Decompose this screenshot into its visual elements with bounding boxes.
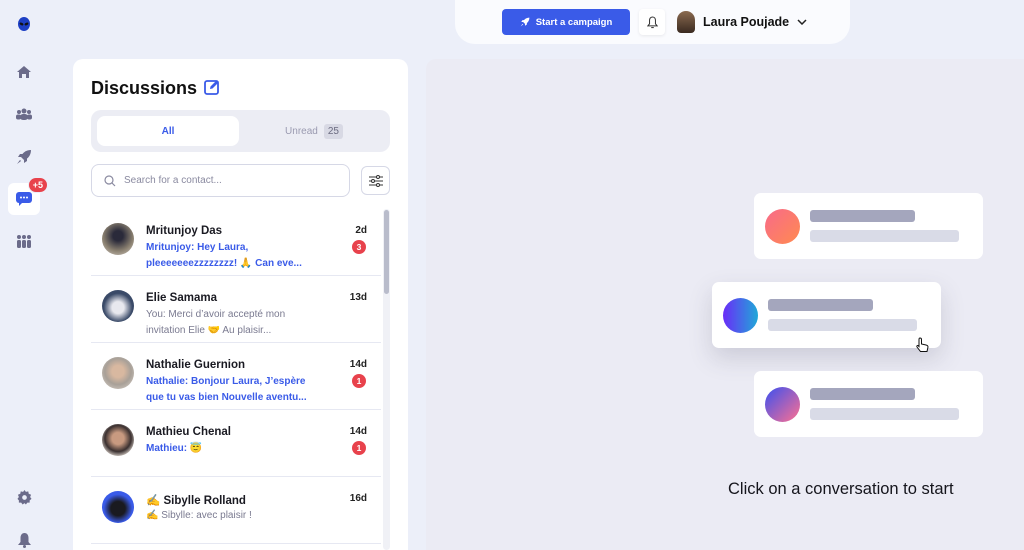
contact-name: ✍️ Sibylle Rolland <box>146 495 246 507</box>
conversation-item[interactable]: Nathalie Guernion Nathalie: Bonjour Laur… <box>91 343 381 410</box>
conversation-area: Click on a conversation to start <box>426 59 1024 550</box>
unread-badge: 1 <box>352 441 366 455</box>
search-box <box>91 164 350 197</box>
message-time: 14d <box>349 426 367 437</box>
conversation-item[interactable]: ✍️ Sibylle Rolland ✍️ Sibylle: avec plai… <box>91 477 381 544</box>
scrollbar-thumb[interactable] <box>384 210 389 294</box>
contact-name: Mathieu Chenal <box>146 426 231 438</box>
sidebar-item-messages[interactable]: +5 <box>8 177 48 215</box>
message-preview: You: Merci d’avoir accepté mon invitatio… <box>146 309 286 336</box>
gear-icon[interactable] <box>8 481 40 513</box>
user-name: Laura Poujade <box>703 15 790 29</box>
avatar <box>102 424 134 456</box>
sliders-icon <box>368 174 383 187</box>
edit-icon[interactable] <box>204 79 220 95</box>
search-input[interactable] <box>124 175 324 186</box>
bell-icon <box>646 15 658 28</box>
placeholder-card <box>754 371 983 437</box>
chat-icon <box>16 192 32 206</box>
placeholder-avatar <box>765 209 800 244</box>
avatar <box>102 491 134 523</box>
search-icon <box>104 174 116 186</box>
unread-count-badge: 25 <box>323 123 343 139</box>
conversation-item[interactable]: Mritunjoy Das Mritunjoy: Hey Laura, plee… <box>91 209 381 276</box>
panel-title: Discussions <box>91 78 198 98</box>
user-menu[interactable]: Laura Poujade <box>677 9 807 35</box>
empty-state-text: Click on a conversation to start <box>728 480 954 498</box>
tab-unread-label: Unread <box>285 125 318 137</box>
placeholder-avatar <box>765 387 800 422</box>
placeholder-card <box>712 282 941 348</box>
unread-badge: 1 <box>352 374 366 388</box>
placeholder-line <box>768 319 917 331</box>
message-preview: Nathalie: Bonjour Laura, J’espère que tu… <box>146 376 307 403</box>
start-campaign-button[interactable]: Start a campaign <box>502 9 630 35</box>
avatar <box>102 223 134 255</box>
tab-all[interactable]: All <box>97 116 239 146</box>
filter-button[interactable] <box>361 166 390 195</box>
users-icon[interactable] <box>8 98 40 130</box>
discussions-panel: Discussions All Unread 25 Mritunjoy Das … <box>73 59 408 550</box>
placeholder-line <box>768 299 873 311</box>
scrollbar[interactable] <box>383 209 390 550</box>
placeholder-line <box>810 388 915 400</box>
placeholder-avatar <box>723 298 758 333</box>
chevron-down-icon <box>797 19 807 25</box>
start-campaign-label: Start a campaign <box>535 16 613 28</box>
sidebar: +5 <box>0 0 48 550</box>
team-icon[interactable] <box>8 225 40 257</box>
tab-unread[interactable]: Unread 25 <box>243 116 385 146</box>
contact-name: Mritunjoy Das <box>146 225 223 237</box>
placeholder-line <box>810 408 959 420</box>
user-avatar <box>677 11 695 33</box>
unread-badge: 3 <box>352 240 366 254</box>
filter-tabs: All Unread 25 <box>91 110 390 152</box>
rocket-icon <box>520 17 530 27</box>
hand-cursor-icon <box>916 337 929 352</box>
rocket-icon[interactable] <box>8 141 40 173</box>
message-time: 16d <box>349 493 367 504</box>
notifications-button[interactable] <box>639 9 665 35</box>
avatar <box>102 357 134 389</box>
placeholder-card <box>754 193 983 259</box>
placeholder-line <box>810 230 959 242</box>
message-preview: Mritunjoy: Hey Laura, pleeeeeeezzzzzzzz!… <box>146 242 302 269</box>
message-preview: ✍️ Sibylle: avec plaisir ! <box>146 510 252 521</box>
message-time: 13d <box>349 292 367 303</box>
bell-icon[interactable] <box>8 524 40 550</box>
conversation-list: Mritunjoy Das Mritunjoy: Hey Laura, plee… <box>91 209 381 544</box>
message-time: 14d <box>349 359 367 370</box>
tab-all-label: All <box>161 125 175 137</box>
conversation-item[interactable]: Elie Samama You: Merci d’avoir accepté m… <box>91 276 381 343</box>
placeholder-line <box>810 210 915 222</box>
avatar <box>102 290 134 322</box>
message-time: 2d <box>355 225 367 236</box>
conversation-item[interactable]: Mathieu Chenal Mathieu: 😇 14d 1 <box>91 410 381 477</box>
alien-logo-icon[interactable] <box>8 8 40 40</box>
contact-name: Elie Samama <box>146 292 217 304</box>
top-bar: Start a campaign Laura Poujade <box>455 0 850 44</box>
contact-name: Nathalie Guernion <box>146 359 246 371</box>
messages-badge: +5 <box>27 177 48 193</box>
message-preview: Mathieu: 😇 <box>146 443 203 454</box>
home-icon[interactable] <box>8 56 40 88</box>
